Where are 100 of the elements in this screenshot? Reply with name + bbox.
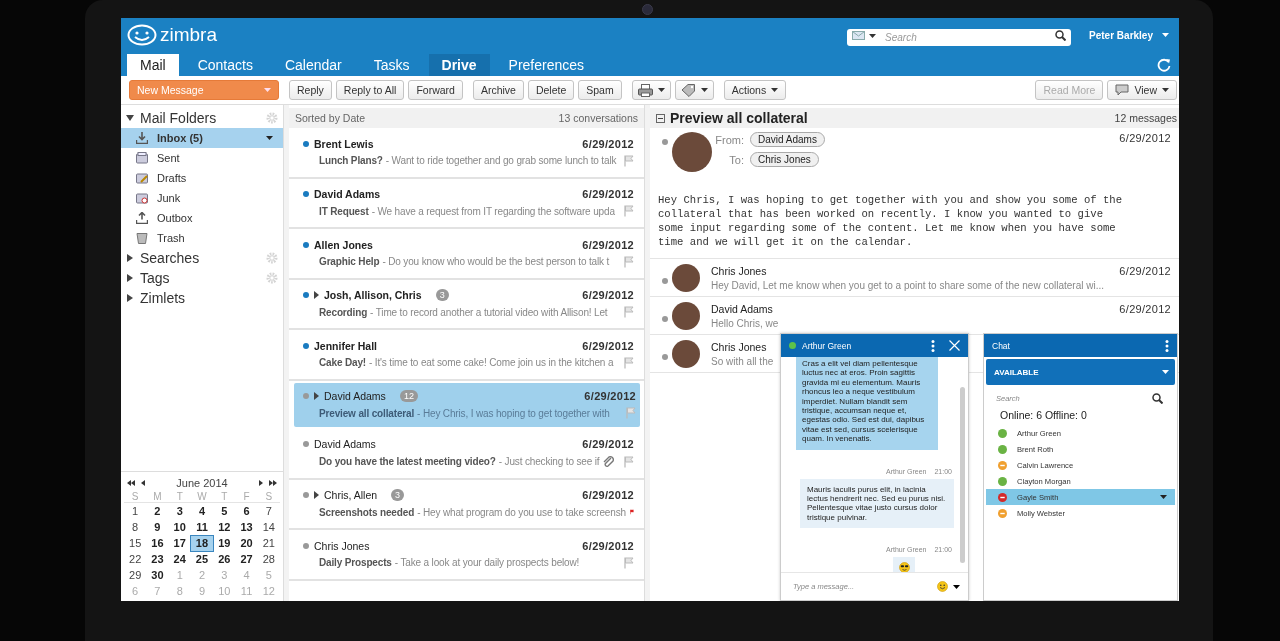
sender-name: Josh, Allison, Chris bbox=[324, 289, 422, 302]
calendar-day[interactable]: 29 bbox=[124, 568, 147, 583]
folder-item[interactable]: Outbox bbox=[121, 208, 283, 228]
expand-arrow-icon[interactable] bbox=[314, 392, 321, 401]
calendar-day[interactable]: 13 bbox=[235, 520, 258, 535]
calendar-day[interactable]: 28 bbox=[257, 552, 280, 567]
next-month-icon[interactable] bbox=[259, 480, 263, 486]
smiley-icon[interactable] bbox=[937, 581, 948, 592]
folder-item[interactable]: Inbox (5) bbox=[121, 128, 283, 148]
search-field[interactable]: Search bbox=[847, 28, 1072, 46]
expand-arrow-icon[interactable] bbox=[126, 294, 134, 302]
sender-name: Allen Jones bbox=[314, 238, 373, 251]
tab[interactable]: Contacts bbox=[184, 54, 266, 76]
calendar-month: June 2014 bbox=[175, 477, 229, 489]
message-date: 6/29/2012 bbox=[582, 188, 634, 201]
user-menu[interactable]: Peter Barkley bbox=[1089, 29, 1169, 41]
calendar-day[interactable]: 7 bbox=[257, 504, 280, 519]
calendar-day[interactable]: 15 bbox=[124, 536, 147, 551]
calendar-day[interactable]: 3 bbox=[168, 504, 191, 519]
folder-item[interactable]: Drafts bbox=[121, 168, 283, 188]
calendar-day[interactable]: 10 bbox=[168, 520, 191, 535]
calendar-day[interactable]: 5 bbox=[213, 504, 236, 519]
weekday-label: M bbox=[146, 491, 169, 503]
sender-name: Jennifer Hall bbox=[314, 339, 378, 352]
section-label[interactable]: Tags bbox=[140, 270, 170, 286]
message-date: 6/29/2012 bbox=[582, 489, 634, 502]
recipient-chip[interactable]: Chris Jones bbox=[750, 152, 819, 167]
read-status-dot bbox=[662, 139, 668, 145]
tab[interactable]: Drive bbox=[428, 54, 490, 76]
subject-text: Preview all collateral bbox=[319, 407, 415, 419]
calendar-day[interactable]: 11 bbox=[190, 520, 214, 535]
scrollbar[interactable] bbox=[960, 387, 965, 563]
tab[interactable]: Tasks bbox=[360, 54, 423, 76]
previous-month-icon[interactable] bbox=[141, 480, 145, 486]
avatar bbox=[672, 263, 700, 292]
section-label[interactable]: Searches bbox=[140, 250, 200, 266]
calendar-day[interactable]: 23 bbox=[146, 552, 169, 567]
calendar-day[interactable]: 1 bbox=[124, 504, 147, 519]
tab[interactable]: Preferences bbox=[495, 54, 598, 76]
expand-arrow-icon[interactable] bbox=[314, 491, 321, 500]
toolbar-button[interactable]: Delete bbox=[527, 80, 575, 100]
toolbar-button[interactable]: Forward bbox=[408, 80, 463, 100]
folder-item[interactable]: Junk bbox=[121, 188, 283, 208]
section-label[interactable]: Mail Folders bbox=[140, 110, 217, 126]
weekday-label: S bbox=[257, 491, 280, 503]
actions-menu-button[interactable]: Actions bbox=[723, 80, 787, 100]
section-label[interactable]: Zimlets bbox=[140, 290, 186, 306]
calendar-day[interactable]: 30 bbox=[146, 568, 169, 583]
search-icon[interactable] bbox=[1152, 392, 1163, 404]
tab[interactable]: Calendar bbox=[271, 54, 355, 76]
collapse-icon[interactable] bbox=[656, 113, 665, 123]
tab[interactable]: Mail bbox=[127, 54, 179, 76]
calendar-day[interactable]: 18 bbox=[190, 536, 214, 551]
more-options-icon[interactable] bbox=[931, 339, 935, 352]
calendar-day[interactable]: 27 bbox=[235, 552, 258, 567]
close-icon[interactable] bbox=[949, 340, 960, 351]
weekday-label: S bbox=[124, 491, 147, 503]
message-date: 6/29/2012 bbox=[1119, 132, 1171, 144]
calendar-day[interactable]: 8 bbox=[124, 520, 147, 535]
calendar-day[interactable]: 14 bbox=[257, 520, 280, 535]
calendar-day[interactable]: 4 bbox=[190, 504, 214, 519]
calendar-day[interactable]: 9 bbox=[146, 520, 169, 535]
expand-arrow-icon[interactable] bbox=[126, 114, 134, 122]
calendar-day[interactable]: 2 bbox=[146, 504, 169, 519]
tag-menu-button[interactable] bbox=[674, 80, 714, 100]
expand-arrow-icon[interactable] bbox=[314, 291, 321, 300]
calendar-day[interactable]: 25 bbox=[190, 552, 214, 567]
sort-menu[interactable]: Sorted by Date bbox=[295, 112, 366, 124]
folder-item[interactable]: Sent bbox=[121, 148, 283, 168]
more-options-icon[interactable] bbox=[1165, 339, 1169, 352]
conversation-count: 13 conversations bbox=[558, 112, 638, 124]
toolbar-button[interactable]: Reply bbox=[289, 80, 332, 100]
caret-icon bbox=[1162, 88, 1169, 92]
read-status-dot bbox=[662, 316, 668, 322]
sender-chip[interactable]: David Adams bbox=[750, 132, 825, 147]
next-year-icon[interactable] bbox=[269, 480, 277, 486]
calendar-day[interactable]: 12 bbox=[213, 520, 236, 535]
toolbar-button[interactable]: Spam bbox=[578, 80, 622, 100]
toolbar-button[interactable]: Archive bbox=[472, 80, 524, 100]
calendar-day[interactable]: 16 bbox=[146, 536, 169, 551]
expand-arrow-icon[interactable] bbox=[126, 254, 134, 262]
calendar-day[interactable]: 21 bbox=[257, 536, 280, 551]
calendar-day[interactable]: 24 bbox=[168, 552, 191, 567]
view-menu-button[interactable]: View bbox=[1107, 80, 1177, 100]
calendar-day[interactable]: 19 bbox=[213, 536, 236, 551]
toolbar-button[interactable]: Reply to All bbox=[335, 80, 405, 100]
print-menu-button[interactable] bbox=[631, 80, 671, 100]
calendar-day[interactable]: 26 bbox=[213, 552, 236, 567]
expand-arrow-icon[interactable] bbox=[126, 274, 134, 282]
caret-icon bbox=[700, 88, 708, 92]
previous-year-icon[interactable] bbox=[127, 480, 135, 486]
calendar-day[interactable]: 22 bbox=[124, 552, 147, 567]
calendar-day[interactable]: 17 bbox=[168, 536, 191, 551]
calendar-day[interactable]: 20 bbox=[235, 536, 258, 551]
status-dropdown[interactable]: AVAILABLE bbox=[986, 359, 1175, 385]
search-icon[interactable] bbox=[1055, 29, 1067, 41]
refresh-icon[interactable] bbox=[1157, 58, 1171, 72]
folder-item[interactable]: Trash bbox=[121, 228, 283, 248]
calendar-day[interactable]: 6 bbox=[235, 504, 258, 519]
thread-message[interactable]: Chris Jones 6/29/2012 Hey David, Let me know when you get to a point to share some of the new collateral wi... bbox=[650, 259, 1179, 297]
